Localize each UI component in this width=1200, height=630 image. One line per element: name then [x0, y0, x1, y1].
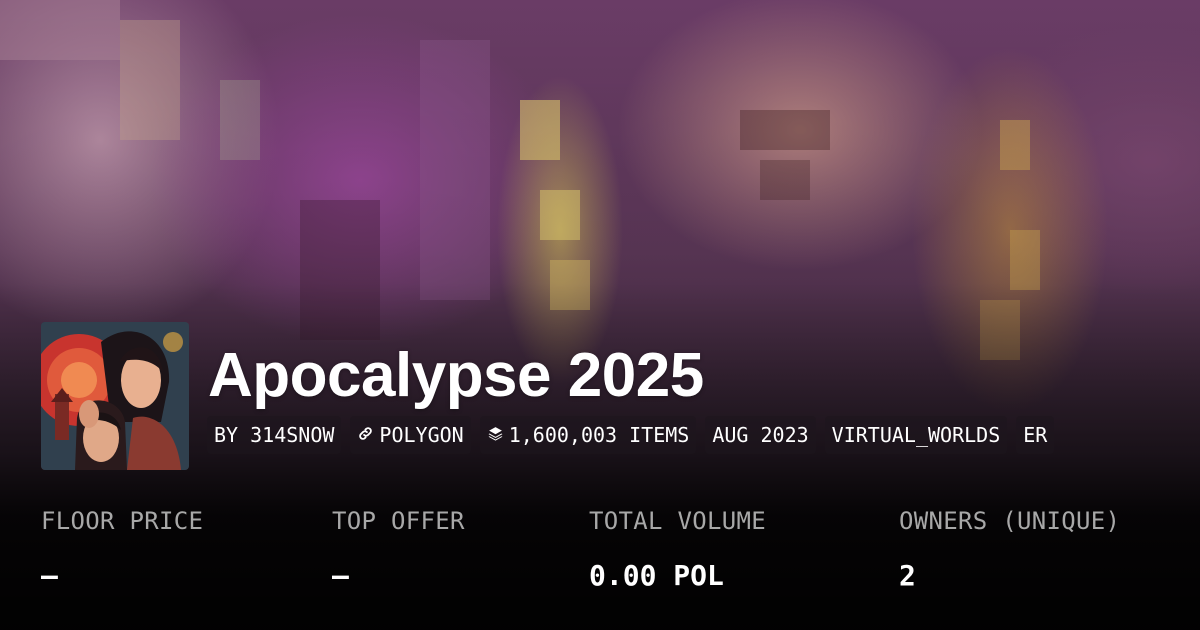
stat-total-volume-value: 0.00 POL: [589, 559, 724, 592]
tag-category[interactable]: VIRTUAL_WORLDS: [824, 416, 1008, 454]
tag-chain[interactable]: POLYGON: [350, 416, 471, 454]
layers-icon: [487, 423, 504, 447]
tag-items[interactable]: 1,600,003 ITEMS: [479, 416, 697, 454]
tag-created-date[interactable]: AUG 2023: [705, 416, 816, 454]
tag-truncated[interactable]: ER: [1016, 416, 1055, 454]
tag-creator-label: BY 314SNOW: [214, 423, 335, 447]
tag-truncated-label: ER: [1023, 423, 1048, 447]
collection-title: Apocalypse 2025: [208, 341, 704, 410]
tag-created-date-label: AUG 2023: [712, 423, 809, 447]
tag-items-label: 1,600,003 ITEMS: [508, 423, 690, 447]
stat-owners-label: OWNERS (UNIQUE): [899, 507, 1121, 535]
collection-page: Apocalypse 2025 BY 314SNOW POLYGON 1,600…: [0, 0, 1200, 630]
stat-owners: OWNERS (UNIQUE) 2: [899, 507, 1120, 592]
stat-total-volume: TOTAL VOLUME 0.00 POL: [589, 507, 766, 592]
collection-avatar[interactable]: [41, 322, 189, 470]
stat-top-offer-value: –: [332, 559, 349, 592]
stat-owners-value: 2: [899, 559, 916, 592]
stat-top-offer-label: TOP OFFER: [332, 507, 465, 535]
link-icon: [357, 423, 374, 447]
stat-floor-price: FLOOR PRICE –: [41, 507, 203, 592]
stat-top-offer: TOP OFFER –: [332, 507, 465, 592]
stat-floor-price-value: –: [41, 559, 58, 592]
tag-category-label: VIRTUAL_WORLDS: [831, 423, 1001, 447]
stat-total-volume-label: TOTAL VOLUME: [589, 507, 766, 535]
collection-tags: BY 314SNOW POLYGON 1,600,003 ITEMS AUG 2…: [207, 416, 1055, 454]
tag-chain-label: POLYGON: [379, 423, 464, 447]
tag-creator[interactable]: BY 314SNOW: [207, 416, 342, 454]
stat-floor-price-label: FLOOR PRICE: [41, 507, 204, 535]
